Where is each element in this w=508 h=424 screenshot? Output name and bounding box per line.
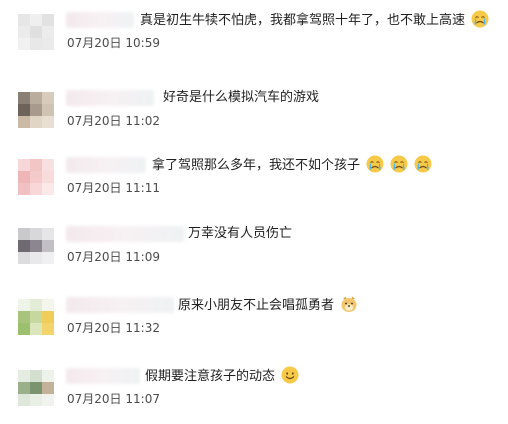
- comment-text-content: 万幸没有人员伤亡: [188, 226, 293, 241]
- timestamp-date: 07月20日: [67, 250, 122, 264]
- timestamp-date: 07月20日: [67, 114, 122, 128]
- timestamp: 07月20日 11:02: [67, 112, 160, 129]
- timestamp-time: 11:07: [125, 392, 160, 406]
- username-blurred[interactable]: [66, 368, 140, 384]
- avatar[interactable]: [18, 92, 54, 128]
- comment-item: 万幸没有人员伤亡 07月20日 11:09: [0, 214, 508, 280]
- crying-face-icon: [471, 10, 489, 28]
- timestamp-date: 07月20日: [67, 392, 122, 406]
- crying-face-icon: [414, 155, 432, 173]
- username-blurred[interactable]: [66, 90, 154, 106]
- comment-item: 假期要注意孩子的动态 07月20日 11:07: [0, 356, 508, 422]
- comment-text: 假期要注意孩子的动态: [145, 366, 299, 387]
- avatar[interactable]: [18, 299, 54, 335]
- timestamp: 07月20日 11:32: [67, 319, 160, 336]
- timestamp-time: 11:32: [125, 321, 160, 335]
- avatar[interactable]: [18, 370, 54, 406]
- timestamp-time: 11:09: [125, 250, 160, 264]
- crying-face-icon: [390, 155, 408, 173]
- avatar[interactable]: [18, 14, 54, 50]
- comment-text: 真是初生牛犊不怕虎，我都拿驾照十年了，也不敢上高速: [140, 10, 489, 31]
- timestamp-date: 07月20日: [67, 321, 122, 335]
- comment-item: 好奇是什么模拟汽车的游戏 07月20日 11:02: [0, 78, 508, 144]
- smiling-face-icon: [281, 366, 299, 384]
- avatar[interactable]: [18, 228, 54, 264]
- comment-text-content: 拿了驾照那么多年，我还不如个孩子: [152, 158, 361, 173]
- timestamp-date: 07月20日: [67, 181, 122, 195]
- comment-text: 原来小朋友不止会唱孤勇者: [178, 295, 358, 316]
- comment-text: 拿了驾照那么多年，我还不如个孩子: [152, 155, 432, 176]
- comment-text: 好奇是什么模拟汽车的游戏: [163, 88, 319, 108]
- comment-item: 真是初生牛犊不怕虎，我都拿驾照十年了，也不敢上高速 07月20日 10:59: [0, 0, 508, 66]
- timestamp-time: 11:02: [125, 114, 160, 128]
- crying-face-icon: [366, 155, 384, 173]
- username-blurred[interactable]: [66, 157, 146, 173]
- timestamp: 07月20日 10:59: [67, 34, 160, 51]
- comment-text: 万幸没有人员伤亡: [188, 224, 292, 244]
- avatar[interactable]: [18, 159, 54, 195]
- comment-text-content: 真是初生牛犊不怕虎，我都拿驾照十年了，也不敢上高速: [140, 13, 466, 28]
- timestamp: 07月20日 11:11: [67, 179, 160, 196]
- username-blurred[interactable]: [66, 297, 174, 313]
- timestamp-time: 10:59: [125, 36, 160, 50]
- timestamp-date: 07月20日: [67, 36, 122, 50]
- timestamp: 07月20日 11:07: [67, 390, 160, 407]
- comment-text-content: 原来小朋友不止会唱孤勇者: [178, 298, 335, 313]
- username-blurred[interactable]: [66, 226, 184, 242]
- timestamp-time: 11:11: [125, 181, 160, 195]
- comment-text-content: 假期要注意孩子的动态: [145, 369, 276, 384]
- doge-face-icon: [341, 296, 357, 312]
- comment-text-content: 好奇是什么模拟汽车的游戏: [163, 90, 320, 105]
- comment-item: 拿了驾照那么多年，我还不如个孩子 07月20日 11:11: [0, 145, 508, 211]
- comment-item: 原来小朋友不止会唱孤勇者 07月20日 11:32: [0, 285, 508, 351]
- timestamp: 07月20日 11:09: [67, 248, 160, 265]
- username-blurred[interactable]: [66, 12, 134, 28]
